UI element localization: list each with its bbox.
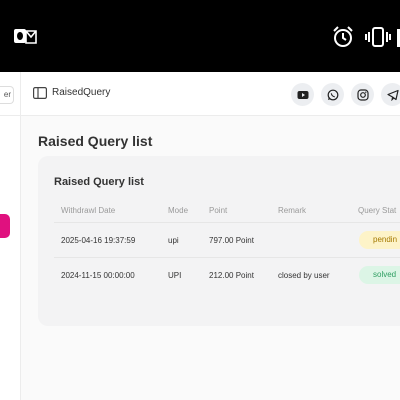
row-divider (54, 257, 400, 258)
cell-remark: closed by user (278, 271, 330, 280)
sidebar-search-fragment[interactable]: er (0, 86, 14, 104)
cell-date: 2024-11-15 00:00:00 (61, 271, 135, 280)
column-header-date: Withdrawl Date (61, 206, 116, 215)
cell-point: 797.00 Point (209, 236, 254, 245)
whatsapp-icon (327, 89, 338, 100)
status-badge-solved: solved (359, 266, 400, 284)
top-bar: RaisedQuery (21, 72, 400, 116)
sidebar-header: er (0, 72, 20, 116)
whatsapp-button[interactable] (321, 83, 344, 106)
page-title: Raised Query list (38, 133, 153, 149)
cell-point: 212.00 Point (209, 271, 254, 280)
cell-mode: upi (168, 236, 179, 245)
sidebar-active-item[interactable] (0, 214, 10, 238)
column-header-mode: Mode (168, 206, 189, 215)
cell-date: 2025-04-16 19:37:59 (61, 236, 136, 245)
sidebar: er (0, 72, 21, 400)
youtube-icon (297, 90, 308, 99)
header-divider (54, 222, 400, 223)
outlook-icon (14, 29, 37, 44)
youtube-button[interactable] (291, 83, 314, 106)
telegram-icon (386, 89, 399, 101)
instagram-button[interactable] (351, 83, 374, 106)
sidebar-toggle-icon[interactable] (33, 87, 47, 99)
signal-icon (397, 29, 400, 47)
column-header-point: Point (209, 206, 228, 215)
raised-query-card: Raised Query list Withdrawl Date Mode Po… (38, 156, 400, 326)
telegram-button[interactable] (381, 83, 400, 106)
breadcrumb: RaisedQuery (52, 87, 111, 98)
alarm-icon (333, 26, 353, 47)
vibrate-icon (365, 27, 391, 47)
app-root: er RaisedQuery Raised Query list Raised … (0, 72, 400, 400)
cell-mode: UPI (168, 271, 182, 280)
card-title: Raised Query list (54, 176, 144, 188)
main-content: Raised Query list Raised Query list With… (21, 116, 400, 400)
column-header-query-status: Query Stat (358, 206, 397, 215)
instagram-icon (356, 88, 369, 101)
column-header-remark: Remark (278, 206, 307, 215)
status-bar (0, 0, 400, 72)
status-badge-pending: pendin (359, 231, 400, 249)
